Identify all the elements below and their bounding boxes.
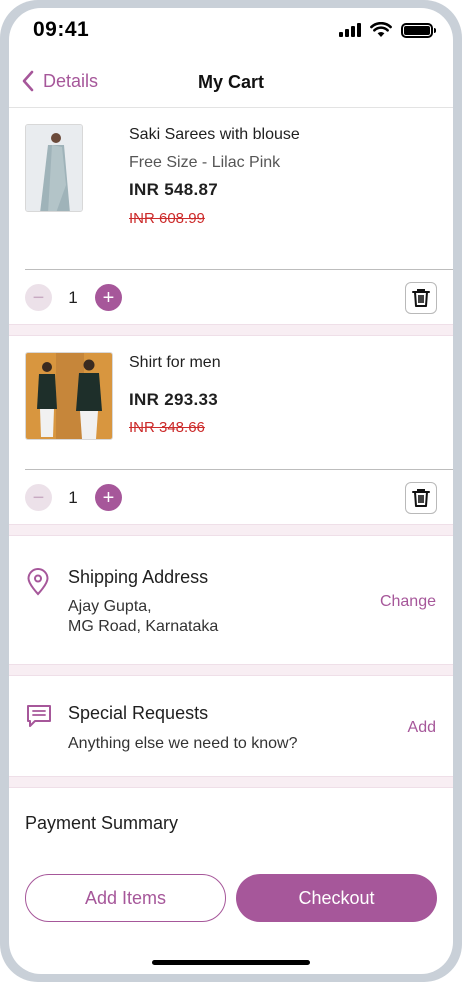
shipping-address-title: Shipping Address	[68, 567, 209, 587]
product-name: Shirt for men	[129, 354, 221, 371]
app-screen: 09:41 Details My Cart Saki Sarees with b…	[9, 8, 453, 974]
product-variant: Free Size - Lilac Pink	[129, 154, 281, 171]
increase-quantity-button[interactable]: +	[95, 284, 122, 311]
quantity-value: 1	[68, 288, 78, 307]
battery-icon	[401, 22, 436, 38]
home-indicator	[152, 960, 310, 965]
product-original-price: INR 348.66	[129, 419, 205, 436]
divider	[25, 269, 453, 270]
trash-icon	[412, 489, 430, 507]
cart-item: Shirt for men INR 293.33 INR 348.66 − 1 …	[9, 336, 453, 526]
quantity-value: 1	[68, 488, 78, 507]
section-separator	[9, 776, 453, 788]
page-title: My Cart	[197, 72, 264, 92]
location-pin-icon	[27, 568, 49, 596]
decrease-quantity-button[interactable]: −	[25, 484, 52, 511]
product-image[interactable]	[25, 124, 83, 212]
shipping-address-line: MG Road, Karnataka	[68, 618, 219, 635]
section-separator	[9, 524, 453, 536]
quantity-stepper: − 1 +	[25, 482, 437, 514]
trash-icon	[412, 289, 430, 307]
status-bar: 09:41	[9, 8, 453, 52]
status-time: 09:41	[33, 18, 90, 41]
product-original-price: INR 608.99	[129, 210, 205, 227]
shirt-product-image	[26, 353, 112, 439]
chat-message-icon	[27, 705, 51, 727]
cellular-signal-icon	[339, 23, 361, 37]
change-address-link[interactable]: Change	[380, 593, 436, 611]
product-price: INR 293.33	[129, 390, 218, 409]
section-separator	[9, 664, 453, 676]
delete-item-button[interactable]	[405, 482, 437, 514]
product-name: Saki Sarees with blouse	[129, 126, 300, 143]
divider	[25, 469, 453, 470]
add-request-link[interactable]: Add	[408, 719, 436, 737]
quantity-stepper: − 1 +	[25, 282, 437, 314]
wifi-icon	[370, 22, 392, 37]
status-icons	[339, 22, 436, 38]
navigation-bar: Details My Cart	[9, 62, 453, 108]
special-requests-prompt: Anything else we need to know?	[68, 735, 298, 752]
checkout-button[interactable]: Checkout	[236, 874, 437, 922]
payment-summary-title: Payment Summary	[25, 813, 179, 833]
section-separator	[9, 324, 453, 336]
increase-quantity-button[interactable]: +	[95, 484, 122, 511]
cart-item: Saki Sarees with blouse Free Size - Lila…	[9, 108, 453, 328]
delete-item-button[interactable]	[405, 282, 437, 314]
product-image[interactable]	[25, 352, 113, 440]
saree-product-image	[26, 125, 82, 211]
phone-frame: 09:41 Details My Cart Saki Sarees with b…	[0, 0, 462, 982]
add-items-button[interactable]: Add Items	[25, 874, 226, 922]
product-price: INR 548.87	[129, 180, 218, 199]
decrease-quantity-button[interactable]: −	[25, 284, 52, 311]
special-requests-title: Special Requests	[68, 703, 209, 723]
shipping-name: Ajay Gupta,	[68, 598, 152, 615]
